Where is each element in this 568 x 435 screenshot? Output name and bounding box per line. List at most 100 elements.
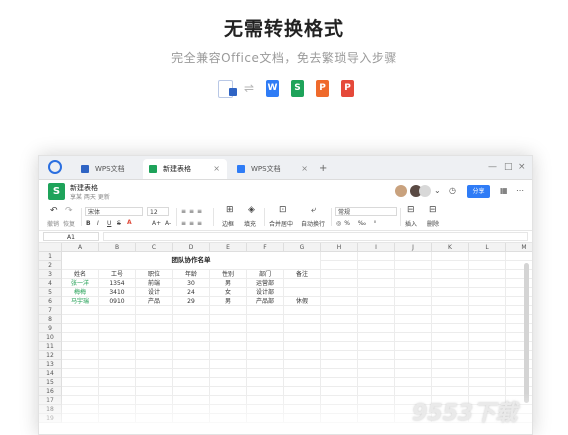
cell[interactable] — [358, 315, 395, 324]
merge-center-label[interactable]: 合并居中 — [269, 220, 293, 229]
row-header[interactable]: 15 — [39, 378, 62, 387]
cell[interactable] — [136, 351, 173, 360]
row-header[interactable]: 4 — [39, 279, 62, 288]
cell[interactable] — [395, 342, 432, 351]
cell[interactable] — [395, 270, 432, 279]
column-header[interactable]: L — [469, 243, 506, 252]
data-cell[interactable]: 24 — [173, 288, 210, 297]
cell[interactable] — [432, 306, 469, 315]
cell[interactable] — [210, 342, 247, 351]
cell[interactable] — [210, 306, 247, 315]
data-cell[interactable]: 30 — [173, 279, 210, 288]
italic-button[interactable]: I — [97, 219, 99, 228]
cell[interactable] — [432, 279, 469, 288]
cell[interactable] — [321, 270, 358, 279]
cell[interactable] — [469, 333, 506, 342]
cell[interactable] — [284, 324, 321, 333]
cell[interactable] — [395, 369, 432, 378]
cell[interactable] — [62, 351, 99, 360]
wrap-text-icon[interactable]: ⤶ — [311, 206, 316, 215]
cell[interactable] — [284, 378, 321, 387]
column-header[interactable]: E — [210, 243, 247, 252]
cell[interactable] — [358, 288, 395, 297]
cell[interactable] — [321, 378, 358, 387]
data-cell[interactable]: 马宇瑞 — [62, 297, 99, 306]
cell[interactable] — [62, 360, 99, 369]
data-cell[interactable] — [284, 279, 321, 288]
cell[interactable] — [284, 351, 321, 360]
cell[interactable] — [247, 360, 284, 369]
row-header[interactable]: 9 — [39, 324, 62, 333]
cell[interactable] — [321, 315, 358, 324]
cell[interactable] — [136, 369, 173, 378]
cell[interactable] — [432, 252, 469, 261]
cell[interactable] — [247, 351, 284, 360]
row-header[interactable]: 8 — [39, 315, 62, 324]
align-top-icons[interactable]: ≡≡≡ — [181, 207, 205, 216]
cell[interactable] — [432, 360, 469, 369]
cell[interactable] — [210, 324, 247, 333]
cell[interactable] — [469, 360, 506, 369]
cell[interactable] — [321, 351, 358, 360]
cell[interactable] — [99, 306, 136, 315]
cell[interactable] — [432, 261, 469, 270]
cell[interactable] — [469, 351, 506, 360]
cell[interactable] — [469, 297, 506, 306]
header-cell[interactable]: 工号 — [99, 270, 136, 279]
cell[interactable] — [136, 315, 173, 324]
sheet-title-cell[interactable]: 团队协作名单 — [62, 252, 321, 270]
cell[interactable] — [432, 378, 469, 387]
cell[interactable] — [136, 333, 173, 342]
cell[interactable] — [358, 261, 395, 270]
cell[interactable] — [395, 333, 432, 342]
redo-icon[interactable]: ↷ — [65, 207, 73, 216]
cell[interactable] — [210, 360, 247, 369]
tab-wps-doc-1[interactable]: WPS文档 — [75, 159, 141, 179]
cell[interactable] — [62, 378, 99, 387]
undo-icon[interactable]: ↶ — [50, 207, 58, 216]
cell[interactable] — [395, 306, 432, 315]
cell[interactable] — [432, 270, 469, 279]
tab-wps-doc-2[interactable]: WPS文档 × — [231, 159, 315, 179]
cell[interactable] — [358, 306, 395, 315]
shrink-font-button[interactable]: A- — [165, 219, 171, 228]
align-horizontal-icons[interactable]: ≡≡≡ — [181, 219, 205, 228]
cell[interactable] — [284, 360, 321, 369]
row-header[interactable]: 5 — [39, 288, 62, 297]
data-cell[interactable]: 设计 — [136, 288, 173, 297]
paint-bucket-icon[interactable]: ◈ — [248, 206, 255, 215]
cell[interactable] — [321, 279, 358, 288]
new-tab-button[interactable]: + — [319, 159, 327, 179]
cell[interactable] — [247, 369, 284, 378]
header-cell[interactable]: 备注 — [284, 270, 321, 279]
row-header[interactable]: 3 — [39, 270, 62, 279]
cell[interactable] — [469, 270, 506, 279]
row-header[interactable]: 13 — [39, 360, 62, 369]
grid-view-icon[interactable]: ▦ — [500, 186, 508, 195]
collaborator-avatar[interactable] — [419, 185, 431, 197]
cell[interactable] — [99, 378, 136, 387]
cell[interactable] — [173, 315, 210, 324]
merge-cells-icon[interactable]: ⊡ — [279, 206, 287, 215]
cell[interactable] — [432, 342, 469, 351]
cell[interactable] — [395, 378, 432, 387]
cell[interactable] — [62, 369, 99, 378]
cell[interactable] — [432, 369, 469, 378]
cell[interactable] — [395, 351, 432, 360]
cell[interactable] — [358, 279, 395, 288]
cell[interactable] — [432, 297, 469, 306]
cell[interactable] — [62, 306, 99, 315]
number-format-icons[interactable]: ◎% ‰ ⁰ — [336, 219, 379, 228]
number-format-select[interactable]: 常规 — [335, 207, 397, 216]
data-cell[interactable]: 设计部 — [247, 288, 284, 297]
data-cell[interactable]: 产品 — [136, 297, 173, 306]
cell[interactable] — [136, 378, 173, 387]
data-cell[interactable]: 产品部 — [247, 297, 284, 306]
cell[interactable] — [358, 333, 395, 342]
cell[interactable] — [173, 369, 210, 378]
cell[interactable] — [395, 252, 432, 261]
cell[interactable] — [210, 333, 247, 342]
cell[interactable] — [469, 315, 506, 324]
cell[interactable] — [321, 306, 358, 315]
column-header[interactable]: C — [136, 243, 173, 252]
